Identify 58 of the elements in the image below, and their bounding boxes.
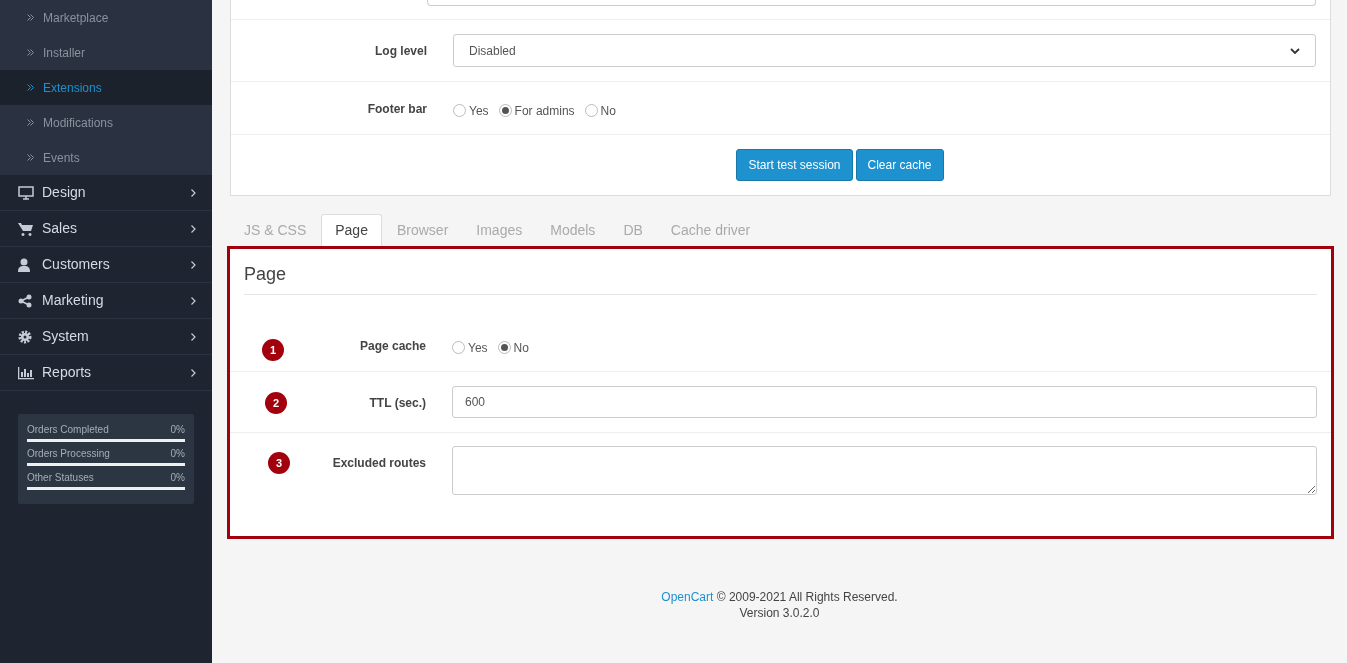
excluded-routes-field[interactable]	[452, 446, 1317, 495]
sidebar-menu-item[interactable]: Design	[0, 175, 212, 211]
user-icon	[18, 257, 30, 272]
copyright-text: OpenCart © 2009-2021 All Rights Reserved.	[660, 589, 899, 605]
sidebar-menu-item[interactable]: Reports	[0, 355, 212, 391]
field-label: Footer bar	[367, 101, 427, 118]
radio-option[interactable]: Yes	[453, 100, 489, 120]
stat-label: Orders Processing	[27, 448, 110, 460]
stat-label: Orders Completed	[27, 424, 109, 436]
action-button[interactable]: Clear cache	[855, 149, 944, 181]
version-text: Version 3.0.2.0	[738, 605, 821, 621]
action-button[interactable]: Start test session	[736, 149, 853, 181]
chevron-right-icon	[191, 332, 196, 341]
panel-title: Page	[244, 261, 1317, 295]
step-number-badge: 3	[268, 452, 290, 474]
bar-chart-icon	[18, 365, 34, 380]
step-number-badge: 2	[265, 392, 287, 414]
radio-option[interactable]: No	[584, 100, 616, 120]
ttl-input[interactable]: 600	[452, 386, 1317, 418]
sidebar-subitem[interactable]: Marketplace	[0, 0, 212, 35]
chevron-right-icon	[191, 260, 196, 269]
stat-value: 0%	[170, 472, 185, 484]
sidebar-subitem[interactable]: Events	[0, 140, 212, 175]
sidebar-subitem[interactable]: Extensions	[0, 70, 212, 105]
chevron-right-icon	[191, 188, 196, 197]
radio-option[interactable]: Yes	[452, 337, 488, 357]
double-chevron-icon	[27, 84, 34, 91]
field-label: Page cache	[359, 338, 426, 355]
step-number-badge: 1	[262, 339, 284, 361]
caret-icon	[1290, 47, 1300, 54]
stat-value: 0%	[170, 448, 185, 460]
radio-option[interactable]: For admins	[498, 100, 575, 120]
input-field[interactable]	[427, 0, 1316, 6]
sidebar-subitem[interactable]: Installer	[0, 35, 212, 70]
field-label: Log level	[375, 43, 427, 60]
chevron-right-icon	[191, 296, 196, 305]
cart-icon	[18, 221, 33, 236]
double-chevron-icon	[27, 154, 34, 161]
double-chevron-icon	[27, 49, 34, 56]
sidebar-subitem[interactable]: Modifications	[0, 105, 212, 140]
sidebar-menu-item[interactable]: Sales	[0, 211, 212, 247]
radio-option[interactable]: No	[497, 337, 529, 357]
field-label: Excluded routes	[332, 455, 426, 472]
share-icon	[18, 293, 32, 308]
chevron-right-icon	[191, 224, 196, 233]
double-chevron-icon	[27, 119, 34, 126]
sidebar-menu-item[interactable]: System	[0, 319, 212, 355]
stat-label: Other Statuses	[27, 472, 94, 484]
tab[interactable]: Page	[321, 214, 382, 246]
monitor-icon	[18, 185, 34, 200]
field-label: TTL (sec.)	[369, 395, 426, 412]
stat-value: 0%	[170, 424, 185, 436]
sidebar-menu-item[interactable]: Customers	[0, 247, 212, 283]
log-level-select[interactable]: Disabled	[453, 34, 1316, 67]
gear-icon	[18, 329, 32, 344]
sidebar-menu-item[interactable]: Marketing	[0, 283, 212, 319]
double-chevron-icon	[27, 14, 34, 21]
chevron-right-icon	[191, 368, 196, 377]
